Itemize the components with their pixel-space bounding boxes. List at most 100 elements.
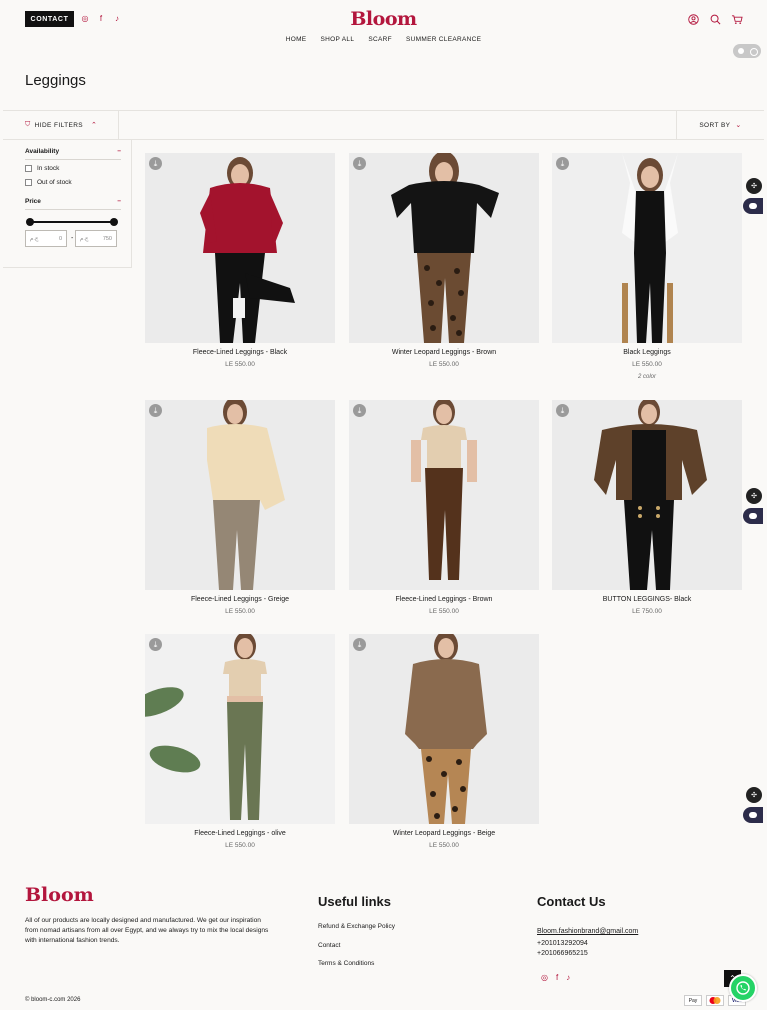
- product-card[interactable]: ⤓ Fleece-Lined Leggings - olive LE 550.0…: [145, 634, 335, 849]
- search-icon[interactable]: [709, 13, 721, 25]
- price-separator: -: [71, 235, 74, 242]
- price-min-placeholder: 0: [58, 235, 62, 242]
- product-price: LE 550.00: [225, 361, 255, 368]
- product-image[interactable]: ⤓: [349, 634, 539, 824]
- product-color-count: 2 color: [637, 374, 656, 380]
- hide-filters-label: HIDE FILTERS: [34, 121, 84, 129]
- footer-link-terms[interactable]: Terms & Conditions: [318, 960, 374, 967]
- site-header: CONTACT ◎ f ♪ Bloom HOME SHOP ALL SCARF …: [0, 0, 767, 58]
- quick-view-icon[interactable]: ⤓: [353, 157, 366, 170]
- quick-view-icon[interactable]: ⤓: [353, 638, 366, 651]
- product-name[interactable]: Fleece-Lined Leggings - Greige: [145, 596, 335, 603]
- mastercard-icon: [706, 995, 724, 1006]
- product-price: LE 550.00: [429, 608, 459, 615]
- product-name[interactable]: Fleece-Lined Leggings - Brown: [349, 596, 539, 603]
- product-image[interactable]: ⤓: [349, 153, 539, 343]
- hide-filters-button[interactable]: ⛉ HIDE FILTERS ⌃: [3, 111, 119, 139]
- footer-link-refund[interactable]: Refund & Exchange Policy: [318, 923, 395, 930]
- in-stock-label: In stock: [37, 165, 60, 172]
- accessibility-toggle[interactable]: [733, 44, 761, 58]
- availability-filter-header[interactable]: Availability −: [25, 148, 121, 160]
- sort-by-label: SORT BY: [699, 121, 731, 129]
- product-image[interactable]: ⤓: [552, 400, 742, 590]
- nav-summer-clearance[interactable]: SUMMER CLEARANCE: [406, 36, 481, 43]
- product-name[interactable]: Fleece-Lined Leggings - olive: [145, 830, 335, 837]
- header-icons: [687, 13, 743, 25]
- product-image[interactable]: ⤓: [145, 634, 335, 824]
- useful-links-title: Useful links: [318, 894, 391, 909]
- widget-icon[interactable]: ✣: [746, 488, 762, 504]
- product-image[interactable]: ⤓: [349, 400, 539, 590]
- quick-view-icon[interactable]: ⤓: [556, 157, 569, 170]
- product-card[interactable]: ⤓ Black Leggings LE 550.00 2 color: [552, 153, 742, 380]
- contact-us-title: Contact Us: [537, 894, 606, 909]
- product-card[interactable]: ⤓ Winter Leopard Leggings - Brown LE 550…: [349, 153, 539, 368]
- footer-logo[interactable]: Bloom: [25, 884, 94, 906]
- product-card[interactable]: ⤓ Fleece-Lined Leggings - Brown LE 550.0…: [349, 400, 539, 615]
- quick-view-icon[interactable]: ⤓: [353, 404, 366, 417]
- product-image[interactable]: ⤓: [145, 153, 335, 343]
- checkbox-out-of-stock[interactable]: [25, 179, 32, 186]
- chat-widget-icon[interactable]: [743, 198, 763, 214]
- nav-shop-all[interactable]: SHOP ALL: [321, 36, 355, 43]
- main-nav: HOME SHOP ALL SCARF SUMMER CLEARANCE: [0, 36, 767, 43]
- footer-phone[interactable]: +201013292094: [537, 940, 588, 947]
- collapse-icon: −: [117, 198, 121, 205]
- price-max-input[interactable]: ج.م 750: [75, 230, 117, 247]
- footer-email[interactable]: Bloom.fashionbrand@gmail.com: [537, 928, 638, 935]
- page-title: Leggings: [25, 72, 86, 89]
- currency-label: ج.م: [30, 235, 39, 242]
- whatsapp-icon[interactable]: [729, 974, 757, 1002]
- chat-widget-icon[interactable]: [743, 807, 763, 823]
- filter-in-stock[interactable]: In stock: [25, 165, 59, 172]
- product-card[interactable]: ⤓ BUTTON LEGGINGS- Black LE 750.00: [552, 400, 742, 615]
- cart-icon[interactable]: [731, 13, 743, 25]
- instagram-icon[interactable]: ◎: [541, 973, 548, 982]
- copyright: © bloom-c.com 2026: [25, 997, 81, 1003]
- price-title: Price: [25, 198, 41, 205]
- product-name[interactable]: Black Leggings: [552, 349, 742, 356]
- product-card[interactable]: ⤓ Winter Leopard Leggings - Beige LE 550…: [349, 634, 539, 849]
- product-name[interactable]: BUTTON LEGGINGS- Black: [552, 596, 742, 603]
- nav-home[interactable]: HOME: [286, 36, 307, 43]
- quick-view-icon[interactable]: ⤓: [556, 404, 569, 417]
- quick-view-icon[interactable]: ⤓: [149, 404, 162, 417]
- filter-out-of-stock[interactable]: Out of stock: [25, 179, 72, 186]
- product-name[interactable]: Winter Leopard Leggings - Brown: [349, 349, 539, 356]
- product-price: LE 550.00: [429, 361, 459, 368]
- product-name[interactable]: Winter Leopard Leggings - Beige: [349, 830, 539, 837]
- filter-bar: ⛉ HIDE FILTERS ⌃ SORT BY ⌄: [3, 110, 764, 140]
- account-icon[interactable]: [687, 13, 699, 25]
- sort-by-button[interactable]: SORT BY ⌄: [676, 111, 764, 139]
- facebook-icon[interactable]: f: [556, 973, 558, 982]
- product-image[interactable]: ⤓: [552, 153, 742, 343]
- product-card[interactable]: ⤓ Fleece-Lined Leggings - Black LE 550.0…: [145, 153, 335, 368]
- product-image[interactable]: ⤓: [145, 400, 335, 590]
- quick-view-icon[interactable]: ⤓: [149, 638, 162, 651]
- nav-scarf[interactable]: SCARF: [368, 36, 392, 43]
- product-price: LE 550.00: [225, 842, 255, 849]
- footer-link-contact[interactable]: Contact: [318, 942, 340, 949]
- tiktok-icon[interactable]: ♪: [566, 973, 570, 982]
- chevron-down-icon: ⌄: [735, 122, 742, 129]
- price-min-input[interactable]: ج.م 0: [25, 230, 67, 247]
- currency-label: ج.م: [80, 235, 89, 242]
- chat-widget-icon[interactable]: [743, 508, 763, 524]
- widget-icon[interactable]: ✣: [746, 787, 762, 803]
- quick-view-icon[interactable]: ⤓: [149, 157, 162, 170]
- checkbox-in-stock[interactable]: [25, 165, 32, 172]
- footer-description: All of our products are locally designed…: [25, 917, 269, 944]
- product-price: LE 750.00: [632, 608, 662, 615]
- chevron-up-icon: ⌃: [91, 122, 98, 129]
- footer-phone[interactable]: +201066965215: [537, 950, 588, 957]
- apple-pay-icon: Pay: [684, 995, 702, 1006]
- product-card[interactable]: ⤓ Fleece-Lined Leggings - Greige LE 550.…: [145, 400, 335, 615]
- widget-icon[interactable]: ✣: [746, 178, 762, 194]
- price-filter-header[interactable]: Price −: [25, 198, 121, 210]
- site-logo[interactable]: Bloom: [0, 8, 767, 30]
- product-name[interactable]: Fleece-Lined Leggings - Black: [145, 349, 335, 356]
- collapse-icon: −: [117, 148, 121, 155]
- product-price: LE 550.00: [429, 842, 459, 849]
- price-range-slider[interactable]: [26, 218, 118, 226]
- product-price: LE 550.00: [225, 608, 255, 615]
